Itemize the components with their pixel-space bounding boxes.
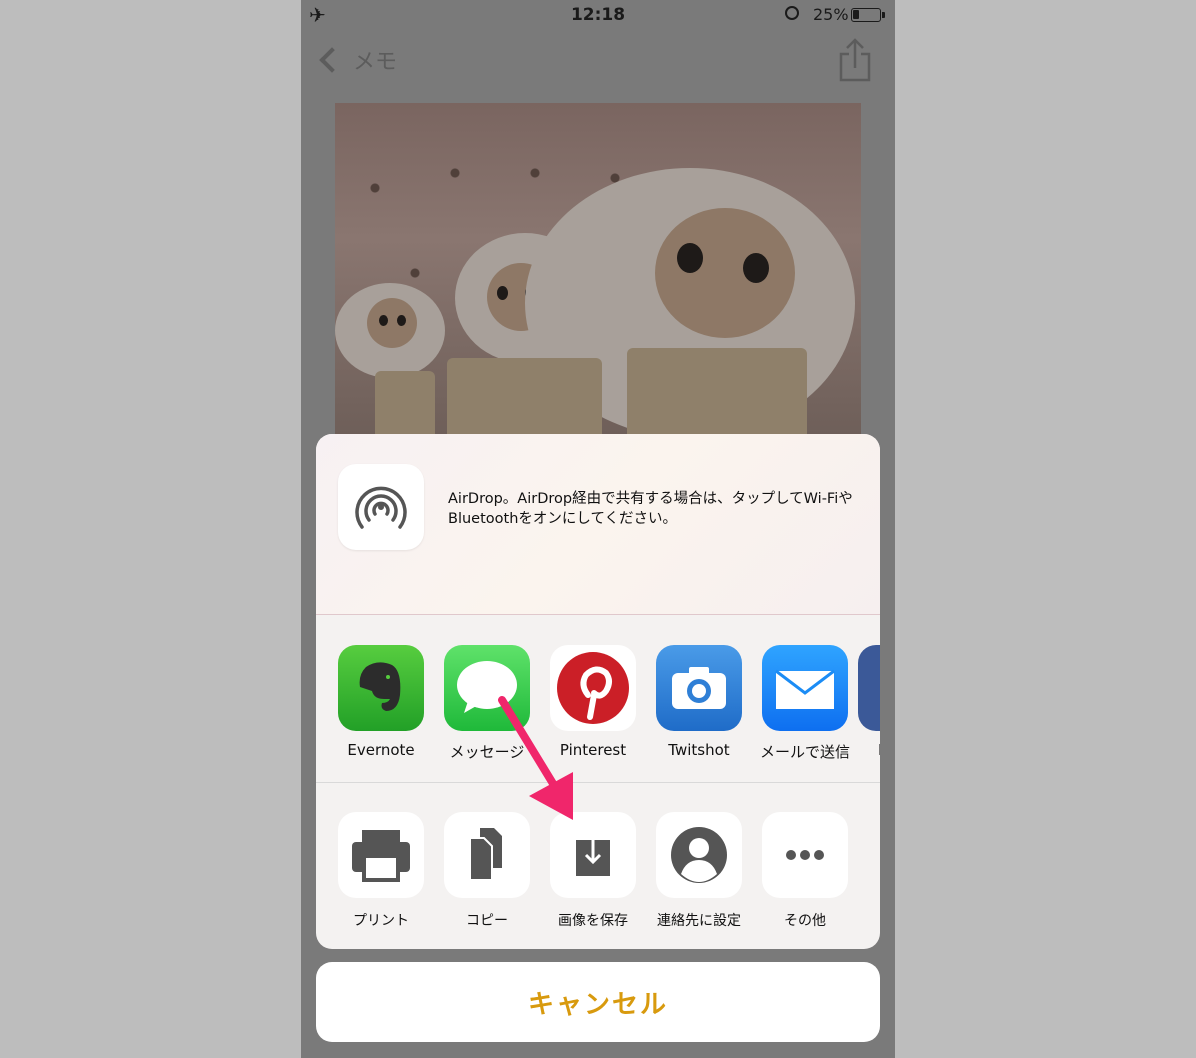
app-label: メールで送信 [759, 743, 850, 761]
chevron-left-icon [319, 47, 345, 73]
print-icon [338, 812, 424, 898]
camera-icon [656, 645, 742, 731]
app-label: F [878, 741, 880, 759]
share-app-mail[interactable]: メールで送信 [752, 645, 858, 762]
messages-icon [444, 645, 530, 731]
airdrop-icon[interactable] [338, 464, 424, 550]
airdrop-description: AirDrop。AirDrop経由で共有する場合は、タップしてWi-FiやBlu… [448, 491, 853, 527]
share-app-pinterest[interactable]: Pinterest [540, 645, 646, 759]
battery-level [853, 10, 860, 19]
back-label: メモ [353, 50, 398, 75]
airdrop-section[interactable]: AirDrop。AirDrop経由で共有する場合は、タップしてWi-FiやBlu… [316, 434, 880, 615]
action-label: 画像を保存 [558, 913, 628, 929]
action-label: その他 [784, 913, 826, 929]
app-label: Twitshot [668, 741, 730, 759]
app-label: メッセージ [449, 743, 525, 761]
more-icon [762, 812, 848, 898]
action-save-image[interactable]: 画像を保存 [540, 812, 646, 930]
share-sheet: AirDrop。AirDrop経由で共有する場合は、タップしてWi-FiやBlu… [316, 434, 880, 949]
action-label: プリント [353, 913, 409, 929]
share-app-facebook[interactable]: F [858, 645, 880, 759]
note-photo [335, 103, 861, 443]
actions-row: プリント コピー 画像を保存 連絡先に設定 その他 [316, 783, 880, 949]
copy-icon [444, 812, 530, 898]
back-button[interactable]: メモ [317, 42, 397, 78]
mail-icon [762, 645, 848, 731]
facebook-icon [858, 645, 880, 731]
share-apps-row: Evernote メッセージ Pinterest Twitshot メールで送信 [316, 615, 880, 783]
action-copy[interactable]: コピー [434, 812, 540, 930]
app-label: Evernote [347, 741, 415, 759]
action-print[interactable]: プリント [328, 812, 434, 930]
contact-icon [656, 812, 742, 898]
share-app-messages[interactable]: メッセージ [434, 645, 540, 762]
status-time: 12:18 [570, 5, 626, 25]
share-icon[interactable] [837, 38, 873, 82]
action-label: 連絡先に設定 [657, 913, 741, 929]
app-label: Pinterest [559, 741, 627, 759]
action-assign-contact[interactable]: 連絡先に設定 [646, 812, 752, 930]
share-app-evernote[interactable]: Evernote [328, 645, 434, 759]
nav-bar: メモ [301, 32, 895, 92]
pinterest-icon [550, 645, 636, 731]
action-label: コピー [466, 913, 508, 929]
action-more[interactable]: その他 [752, 812, 858, 930]
share-app-twitshot[interactable]: Twitshot [646, 645, 752, 759]
status-bar: ✈ 12:18 25% [301, 0, 895, 32]
save-image-icon [550, 812, 636, 898]
battery-percent: 25% [813, 5, 849, 24]
cancel-button[interactable]: キャンセル [316, 962, 880, 1042]
orientation-lock-icon [785, 6, 799, 20]
battery-icon [851, 8, 885, 22]
evernote-icon [338, 645, 424, 731]
phone-screen: ✈ 12:18 25% メモ AirDrop。AirDrop経由で共有する場合は… [301, 0, 895, 1058]
